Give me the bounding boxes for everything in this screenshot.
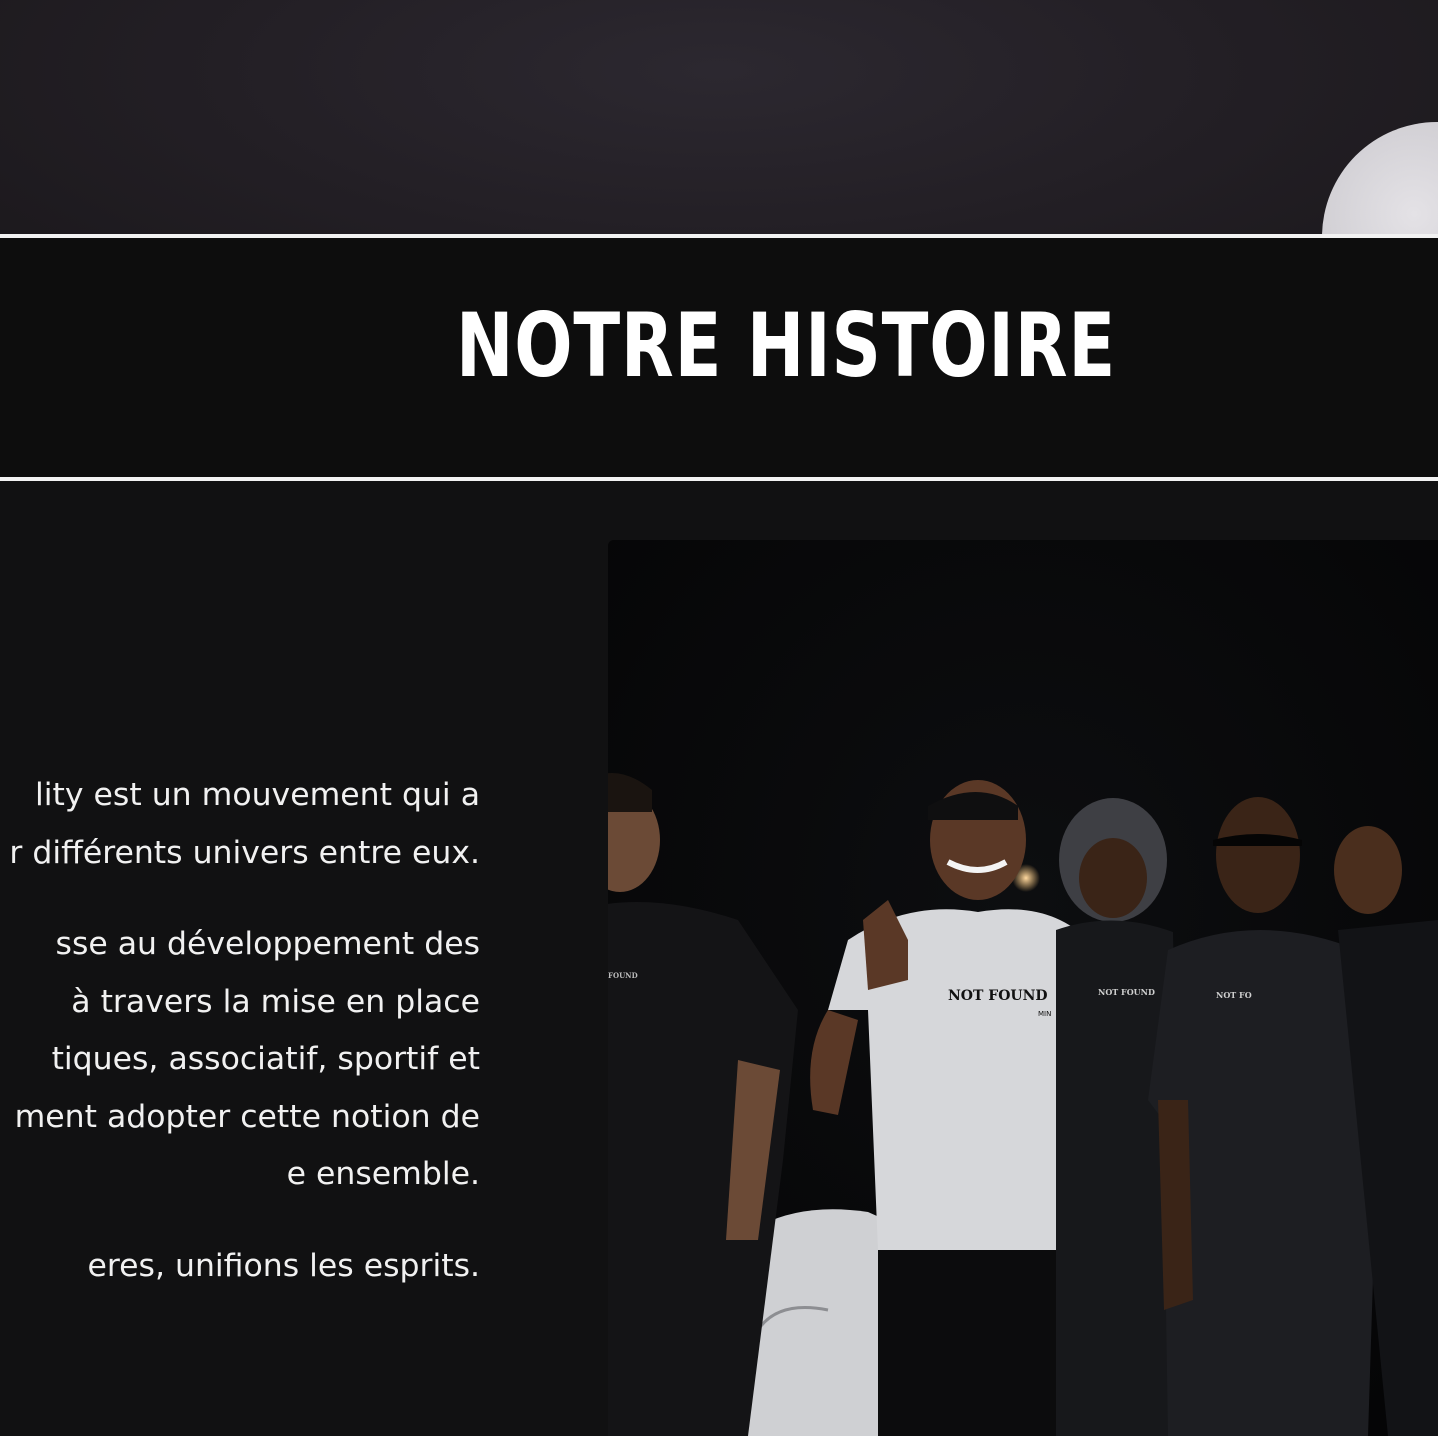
story-text: lity est un mouvement qui a r différents… [0, 767, 480, 1329]
story-paragraph-3: eres, unifions les esprits. [0, 1238, 480, 1296]
story-paragraph-3-text: eres, unifions les esprits. [87, 1247, 480, 1284]
group-photo: NOT FOUND MIN NOT FOUND NOT FO FOUND [608, 540, 1438, 1436]
story-paragraph-1: lity est un mouvement qui a r différents… [0, 767, 480, 882]
shirt-print-left: FOUND [608, 971, 638, 980]
hero-image [0, 0, 1438, 234]
section-title: NOTRE HISTOIRE [455, 294, 1117, 397]
story-paragraph-2: sse au développement des à travers la mi… [0, 916, 480, 1204]
hero-light-spot [1322, 122, 1438, 234]
story-paragraph-2-text: sse au développement des à travers la mi… [14, 926, 480, 1192]
shirt-print-right: NOT FO [1216, 990, 1252, 1000]
group-photo-illustration: NOT FOUND MIN NOT FOUND NOT FO FOUND [608, 540, 1438, 1436]
title-band: NOTRE HISTOIRE [0, 234, 1438, 481]
story-paragraph-1-text: lity est un mouvement qui a r différents… [9, 777, 480, 871]
shirt-subprint: MIN [1038, 1010, 1051, 1018]
shirt-print-center: NOT FOUND [948, 988, 1048, 1004]
shirt-print-helmet: NOT FOUND [1098, 987, 1155, 997]
